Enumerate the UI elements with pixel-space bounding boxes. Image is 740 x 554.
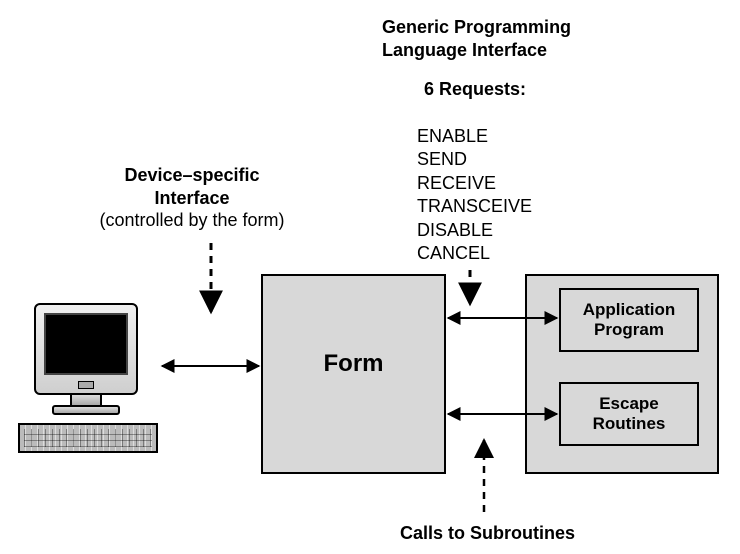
- application-program-line2: Program: [594, 320, 664, 339]
- request-item: ENABLE: [417, 125, 532, 148]
- request-item: TRANSCEIVE: [417, 195, 532, 218]
- request-item: RECEIVE: [417, 172, 532, 195]
- request-item: SEND: [417, 148, 532, 171]
- form-block-label: Form: [261, 350, 446, 378]
- requests-list: ENABLE SEND RECEIVE TRANSCEIVE DISABLE C…: [417, 125, 532, 265]
- request-item: CANCEL: [417, 242, 532, 265]
- computer-icon: [18, 303, 158, 458]
- device-interface-label: Device–specific Interface (controlled by…: [77, 164, 307, 232]
- application-program-line1: Application: [583, 300, 676, 319]
- header-title: Generic Programming Language Interface: [382, 16, 571, 61]
- application-program-block: Application Program: [559, 288, 699, 352]
- escape-routines-line2: Routines: [593, 414, 666, 433]
- calls-to-subroutines-label: Calls to Subroutines: [400, 522, 575, 545]
- header-title-line1: Generic Programming: [382, 17, 571, 37]
- device-interface-line3: (controlled by the form): [99, 210, 284, 230]
- escape-routines-line1: Escape: [599, 394, 659, 413]
- requests-heading: 6 Requests:: [424, 78, 526, 101]
- diagram-stage: Generic Programming Language Interface 6…: [0, 0, 740, 554]
- device-interface-line2: Interface: [154, 188, 229, 208]
- header-title-line2: Language Interface: [382, 40, 547, 60]
- request-item: DISABLE: [417, 219, 532, 242]
- device-interface-line1: Device–specific: [124, 165, 259, 185]
- escape-routines-block: Escape Routines: [559, 382, 699, 446]
